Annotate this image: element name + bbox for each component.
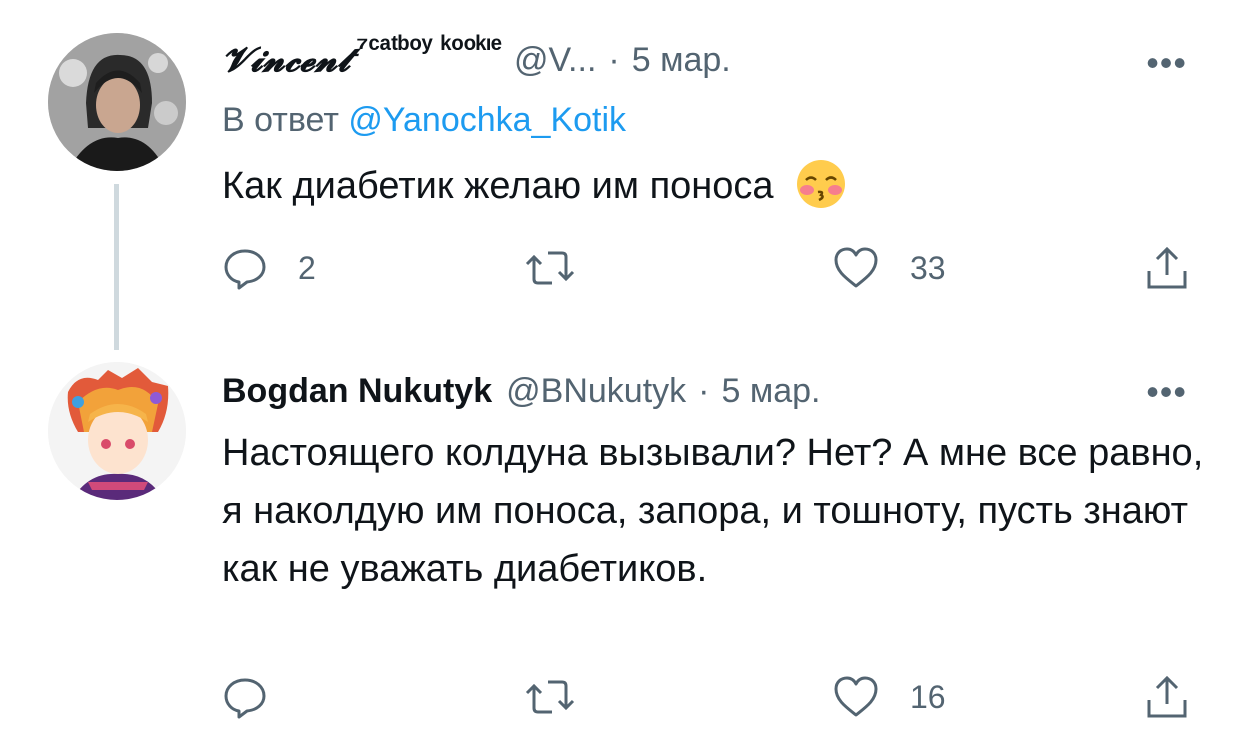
tweet-actions: 2 33 <box>222 245 1197 295</box>
tweet-1[interactable]: 𝓥𝓲𝓷𝓬𝓮𝓷𝓽 ⁷ᶜᵃᵗᵇᵒʸ ᵏᵒᵒᵏᶦᵉ @V... · 5 мар. ••… <box>0 0 1242 350</box>
more-options-button[interactable]: ••• <box>1146 45 1187 81</box>
reply-mention-link[interactable]: @Yanochka_Kotik <box>348 101 626 139</box>
like-count: 16 <box>910 678 946 715</box>
like-button[interactable]: 16 <box>832 674 946 720</box>
heart-icon <box>834 247 878 288</box>
avatar[interactable] <box>48 362 186 500</box>
reply-button[interactable] <box>222 674 298 720</box>
tweet-text-content: Как диабетик желаю им поноса <box>222 165 774 207</box>
share-icon <box>1147 246 1187 289</box>
tweet-header: 𝓥𝓲𝓷𝓬𝓮𝓷𝓽 ⁷ᶜᵃᵗᵇᵒʸ ᵏᵒᵒᵏᶦᵉ @V... · 5 мар. <box>222 31 731 80</box>
avatar-image <box>48 362 186 500</box>
heart-icon <box>834 676 878 717</box>
author-handle[interactable]: @BNukutyk <box>506 372 686 411</box>
retweet-button[interactable] <box>524 245 606 291</box>
more-options-button[interactable]: ••• <box>1146 374 1187 410</box>
reply-icon <box>224 678 266 719</box>
reply-count: 2 <box>298 249 316 286</box>
like-button[interactable]: 33 <box>832 245 946 291</box>
like-count: 33 <box>910 249 946 286</box>
share-button[interactable] <box>1144 674 1190 720</box>
avatar[interactable] <box>48 33 186 171</box>
avatar-image <box>48 33 186 171</box>
kissing-face-with-closed-eyes-icon <box>797 159 846 208</box>
share-icon <box>1147 675 1187 718</box>
author-handle[interactable]: @V... <box>514 41 596 80</box>
separator-dot: · <box>698 372 710 410</box>
author-name[interactable]: Bogdan Nukutyk <box>222 372 492 411</box>
reply-icon <box>224 249 266 290</box>
tweet-header: Bogdan Nukutyk @BNukutyk · 5 мар. <box>222 372 820 411</box>
tweet-text: Настоящего колдуна вызывали? Нет? А мне … <box>222 432 1204 590</box>
share-button[interactable] <box>1144 245 1190 291</box>
reply-prefix: В ответ <box>222 101 349 139</box>
tweet-date[interactable]: 5 мар. <box>721 372 820 411</box>
author-tag: ⁷ᶜᵃᵗᵇᵒʸ ᵏᵒᵒᵏᶦᵉ <box>356 31 502 64</box>
reply-context: В ответ @Yanochka_Kotik <box>222 101 626 140</box>
retweet-icon <box>525 680 575 714</box>
thread-connector-line <box>114 184 119 350</box>
reply-button[interactable]: 2 <box>222 245 316 291</box>
author-name[interactable]: 𝓥𝓲𝓷𝓬𝓮𝓷𝓽 <box>222 40 350 80</box>
retweet-icon <box>525 251 575 285</box>
tweet-date[interactable]: 5 мар. <box>632 41 731 80</box>
tweet-actions: 16 <box>222 674 1197 724</box>
retweet-button[interactable] <box>524 674 606 720</box>
tweet-2[interactable]: Bogdan Nukutyk @BNukutyk · 5 мар. ••• На… <box>0 350 1242 748</box>
separator-dot: · <box>608 41 620 79</box>
tweet-text: Как диабетик желаю им поноса <box>222 157 1207 215</box>
